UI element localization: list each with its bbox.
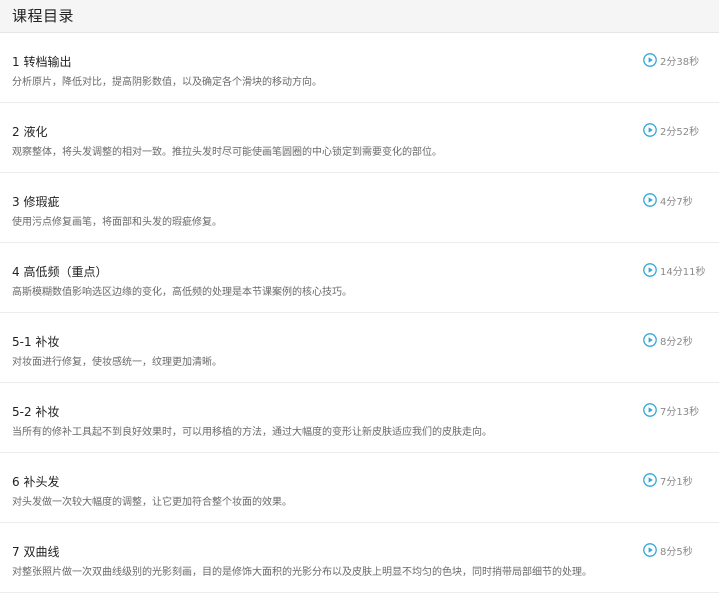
- lesson-title: 3 修瑕疵: [12, 195, 60, 209]
- lesson-duration[interactable]: 2分52秒: [643, 123, 700, 138]
- duration-label: 14分11秒: [660, 266, 706, 278]
- lesson-duration[interactable]: 7分13秒: [643, 403, 700, 418]
- lesson-duration[interactable]: 8分2秒: [643, 333, 693, 348]
- lesson-list: 1 转档输出 分析原片，降低对比，提高阴影数值，以及确定各个滑块的移动方向。 2…: [0, 33, 719, 593]
- lesson-title: 2 液化: [12, 125, 48, 139]
- play-circle-icon[interactable]: [643, 473, 657, 487]
- lesson-item[interactable]: 2 液化 观察整体，将头发调整的相对一致。推拉头发时尽可能使画笔圆圈的中心锁定到…: [0, 103, 719, 173]
- duration-label: 2分38秒: [660, 56, 700, 68]
- lesson-description: 分析原片，降低对比，提高阴影数值，以及确定各个滑块的移动方向。: [12, 77, 322, 88]
- lesson-title: 7 双曲线: [12, 545, 60, 559]
- lesson-description: 对整张照片做一次双曲线级别的光影刻画，目的是修饰大面积的光影分布以及皮肤上明显不…: [12, 567, 592, 578]
- duration-label: 8分5秒: [660, 546, 693, 558]
- lesson-item[interactable]: 1 转档输出 分析原片，降低对比，提高阴影数值，以及确定各个滑块的移动方向。 2…: [0, 33, 719, 103]
- lesson-duration[interactable]: 8分5秒: [643, 543, 693, 558]
- lesson-item[interactable]: 5-1 补妆 对妆面进行修复，使妆感统一，纹理更加清晰。 8分2秒: [0, 313, 719, 383]
- lesson-description: 观察整体，将头发调整的相对一致。推拉头发时尽可能使画笔圆圈的中心锁定到需要变化的…: [12, 147, 442, 158]
- duration-label: 7分1秒: [660, 476, 693, 488]
- duration-label: 4分7秒: [660, 196, 693, 208]
- duration-label: 7分13秒: [660, 406, 700, 418]
- play-circle-icon[interactable]: [643, 123, 657, 137]
- lesson-title: 1 转档输出: [12, 55, 72, 69]
- lesson-description: 对妆面进行修复，使妆感统一，纹理更加清晰。: [12, 357, 222, 368]
- lesson-item[interactable]: 3 修瑕疵 使用污点修复画笔，将面部和头发的瑕疵修复。 4分7秒: [0, 173, 719, 243]
- duration-label: 8分2秒: [660, 336, 693, 348]
- lesson-title: 6 补头发: [12, 475, 60, 489]
- lesson-item[interactable]: 5-2 补妆 当所有的修补工具起不到良好效果时，可以用移植的方法，通过大幅度的变…: [0, 383, 719, 453]
- lesson-title: 4 高低频（重点）: [12, 265, 108, 279]
- lesson-description: 高斯模糊数值影响选区边缘的变化，高低频的处理是本节课案例的核心技巧。: [12, 287, 352, 298]
- play-circle-icon[interactable]: [643, 403, 657, 417]
- lesson-duration[interactable]: 14分11秒: [643, 263, 706, 278]
- play-circle-icon[interactable]: [643, 263, 657, 277]
- lesson-description: 当所有的修补工具起不到良好效果时，可以用移植的方法，通过大幅度的变形让新皮肤适应…: [12, 427, 492, 438]
- lesson-item[interactable]: 6 补头发 对头发做一次较大幅度的调整，让它更加符合整个妆面的效果。 7分1秒: [0, 453, 719, 523]
- play-circle-icon[interactable]: [643, 543, 657, 557]
- lesson-description: 对头发做一次较大幅度的调整，让它更加符合整个妆面的效果。: [12, 497, 292, 508]
- lesson-duration[interactable]: 2分38秒: [643, 53, 700, 68]
- duration-label: 2分52秒: [660, 126, 700, 138]
- play-circle-icon[interactable]: [643, 333, 657, 347]
- lesson-title: 5-1 补妆: [12, 335, 60, 349]
- lesson-duration[interactable]: 7分1秒: [643, 473, 693, 488]
- lesson-item[interactable]: 7 双曲线 对整张照片做一次双曲线级别的光影刻画，目的是修饰大面积的光影分布以及…: [0, 523, 719, 593]
- page-title: 课程目录: [12, 7, 75, 25]
- lesson-description: 使用污点修复画笔，将面部和头发的瑕疵修复。: [12, 217, 222, 228]
- play-circle-icon[interactable]: [643, 53, 657, 67]
- lesson-duration[interactable]: 4分7秒: [643, 193, 693, 208]
- lesson-item[interactable]: 4 高低频（重点） 高斯模糊数值影响选区边缘的变化，高低频的处理是本节课案例的核…: [0, 243, 719, 313]
- catalog-header: 课程目录: [0, 0, 719, 33]
- play-circle-icon[interactable]: [643, 193, 657, 207]
- lesson-title: 5-2 补妆: [12, 405, 60, 419]
